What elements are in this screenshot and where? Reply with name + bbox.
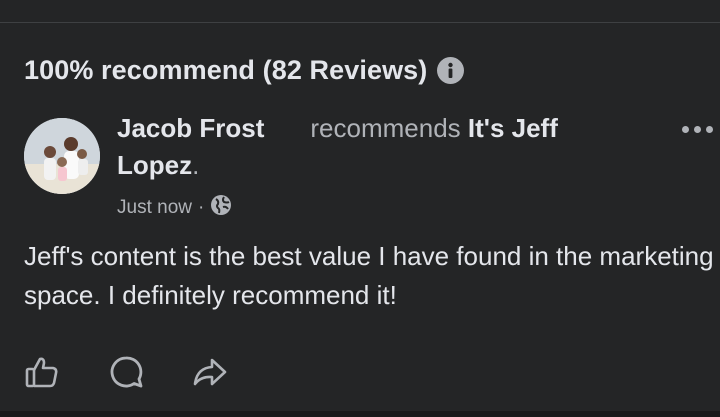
page-name-link[interactable]: It's Jeff — [468, 113, 558, 143]
share-icon[interactable] — [190, 352, 230, 392]
meta-separator: · — [197, 197, 205, 218]
timestamp[interactable]: Just now — [117, 197, 192, 219]
review-text: Jeff's content is the best value I have … — [24, 241, 714, 310]
recommends-verb: recommends — [310, 113, 461, 143]
info-icon[interactable] — [437, 57, 465, 84]
thumbs-up-icon[interactable] — [22, 352, 62, 392]
review-header: Jacob Frost recommends It's Jeff — [117, 113, 558, 144]
avatar[interactable] — [24, 118, 100, 194]
top-bar — [0, 0, 720, 23]
bottom-divider — [0, 411, 720, 417]
review-header-continued: Lopez. — [117, 150, 199, 181]
more-options-icon[interactable] — [682, 126, 713, 133]
comment-icon[interactable] — [106, 352, 146, 392]
header-period: . — [192, 150, 200, 180]
reviews-summary: 100% recommend (82 Reviews) — [24, 55, 465, 86]
author-name[interactable]: Jacob Frost — [117, 113, 264, 143]
review-meta: Just now · — [117, 194, 232, 222]
globe-icon — [210, 194, 232, 222]
page-name-link-continued[interactable]: Lopez — [117, 150, 192, 180]
reviews-summary-text: 100% recommend (82 Reviews) — [24, 55, 428, 85]
action-bar — [22, 352, 274, 392]
